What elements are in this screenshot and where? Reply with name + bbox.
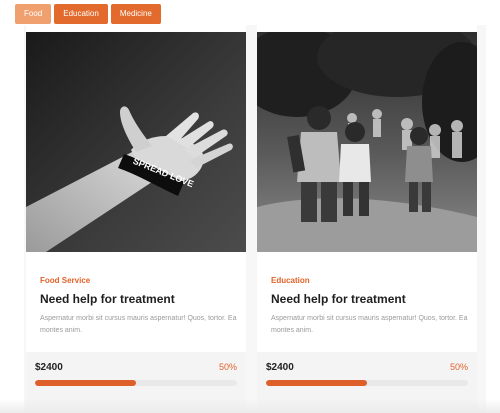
raised-amount: $2400 — [266, 362, 294, 373]
progress-percent: 50% — [449, 362, 468, 372]
card-category: Food Service — [40, 276, 91, 285]
campaign-card[interactable]: SPREAD LOVE Food Service Need help for t… — [26, 25, 246, 413]
card-description: Aspernatur morbi sit cursus mauris asper… — [40, 315, 237, 334]
progress-bar-fill — [35, 380, 136, 386]
progress-percent: 50% — [218, 362, 237, 372]
tab-medicine[interactable]: Medicine — [110, 4, 161, 24]
raised-amount: $2400 — [35, 362, 63, 373]
running-children-photo — [257, 32, 477, 252]
bottom-fade — [0, 399, 500, 413]
hand-wristband-photo: SPREAD LOVE — [26, 32, 246, 252]
campaign-card[interactable]: Education Need help for treatment Aspern… — [257, 25, 477, 413]
card-title[interactable]: Need help for treatment — [271, 292, 406, 306]
tab-education[interactable]: Education — [54, 4, 108, 24]
card-category: Education — [271, 276, 310, 285]
card-description: Aspernatur morbi sit cursus mauris asper… — [271, 315, 468, 334]
progress-bar — [266, 380, 468, 386]
campaign-cards: SPREAD LOVE Food Service Need help for t… — [24, 25, 486, 413]
card-title[interactable]: Need help for treatment — [40, 292, 175, 306]
filter-tabs: Food Education Medicine — [15, 4, 161, 24]
progress-bar — [35, 380, 237, 386]
progress-bar-fill — [266, 380, 367, 386]
tab-food[interactable]: Food — [15, 4, 52, 24]
